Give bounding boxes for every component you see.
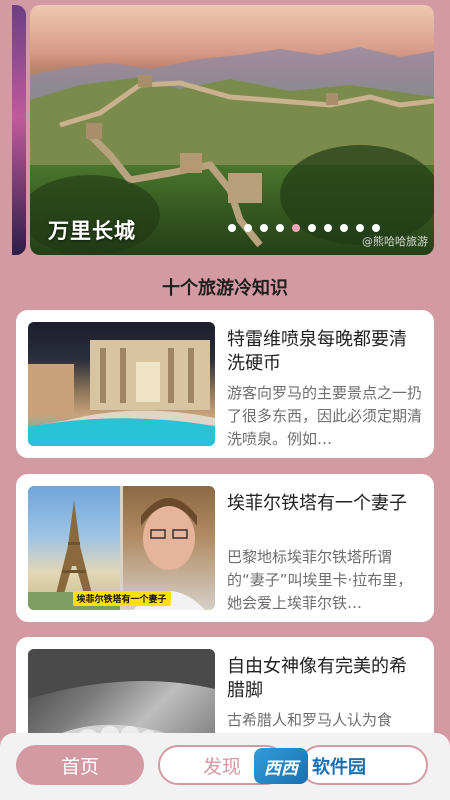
- nav-home-button[interactable]: 首页: [16, 745, 144, 785]
- card-description: 古希腊人和罗马人认为食: [227, 711, 393, 729]
- banner-slide[interactable]: 万里长城 @熊哈哈旅游: [30, 5, 434, 255]
- banner-watermark: @熊哈哈旅游: [362, 235, 428, 248]
- banner-carousel[interactable]: 万里长城 @熊哈哈旅游: [12, 5, 434, 255]
- carousel-indicator: [228, 224, 380, 232]
- carousel-dot[interactable]: [276, 224, 284, 232]
- banner-title: 万里长城: [48, 219, 136, 243]
- site-logo-badge: 西西: [254, 748, 308, 784]
- carousel-dot[interactable]: [228, 224, 236, 232]
- card-title: 特雷维喷泉每晚都要清洗硬币: [227, 329, 407, 374]
- site-logo: 西西 软件园: [254, 748, 366, 784]
- carousel-dot[interactable]: [292, 224, 300, 232]
- carousel-dot[interactable]: [260, 224, 268, 232]
- carousel-dot[interactable]: [372, 224, 380, 232]
- carousel-dot[interactable]: [356, 224, 364, 232]
- list-item[interactable]: 特雷维喷泉每晚都要清洗硬币 游客向罗马的主要景点之一扔了很多东西，因此必须定期清…: [16, 310, 434, 458]
- eiffel-tower-image: 埃菲尔铁塔有一个妻子: [28, 486, 215, 610]
- trevi-fountain-image: [28, 322, 215, 446]
- card-title: 自由女神像有完美的希腊脚: [227, 656, 407, 701]
- site-logo-text: 软件园: [312, 757, 366, 778]
- bottom-nav: 首页 发现: [0, 733, 450, 800]
- card-description: 巴黎地标埃菲尔铁塔所谓的“妻子”叫埃里卡·拉布里，她会爱上埃菲尔铁…: [227, 548, 413, 612]
- carousel-dot[interactable]: [340, 224, 348, 232]
- list-item[interactable]: 埃菲尔铁塔有一个妻子 埃菲尔铁塔有一个妻子 巴黎地标埃菲尔铁塔所谓的“妻子”叫埃…: [16, 474, 434, 622]
- carousel-dot[interactable]: [308, 224, 316, 232]
- section-title: 十个旅游冷知识: [162, 278, 288, 299]
- image-caption: 埃菲尔铁塔有一个妻子: [72, 591, 171, 606]
- previous-slide-peek[interactable]: [12, 5, 26, 255]
- carousel-dot[interactable]: [324, 224, 332, 232]
- carousel-dot[interactable]: [244, 224, 252, 232]
- card-title: 埃菲尔铁塔有一个妻子: [227, 493, 407, 514]
- card-description: 游客向罗马的主要景点之一扔了很多东西，因此必须定期清洗喷泉。例如…: [227, 384, 423, 448]
